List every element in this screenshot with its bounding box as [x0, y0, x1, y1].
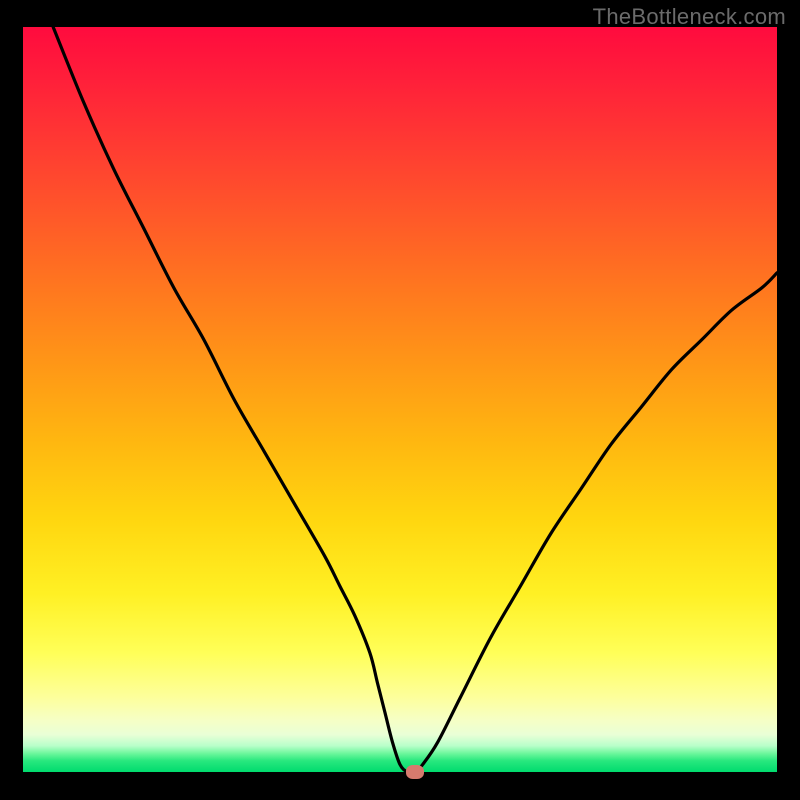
plot-area	[23, 27, 777, 772]
chart-frame: TheBottleneck.com	[0, 0, 800, 800]
bottleneck-curve	[23, 27, 777, 772]
optimal-point-marker	[406, 765, 424, 779]
watermark-text: TheBottleneck.com	[593, 4, 786, 30]
